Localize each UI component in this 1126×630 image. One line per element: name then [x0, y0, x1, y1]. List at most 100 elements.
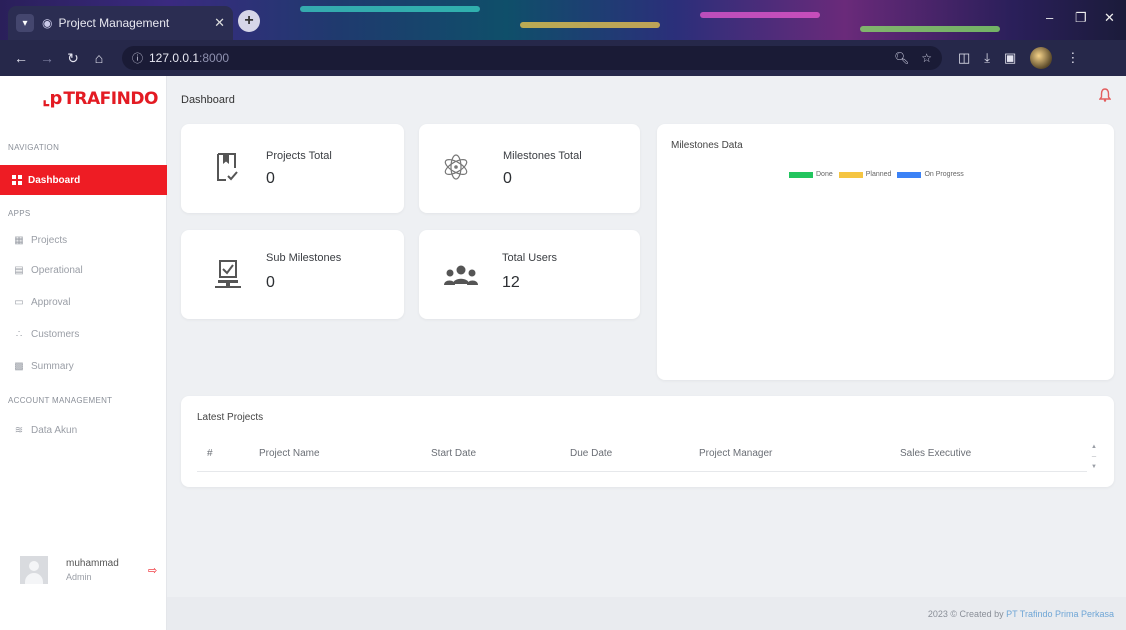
profile-avatar[interactable] — [1030, 47, 1053, 69]
legend-swatch — [897, 171, 922, 178]
accounts-icon: ≋ — [14, 425, 24, 436]
forward-icon[interactable]: → — [36, 50, 58, 66]
minimize-icon[interactable]: – — [1046, 10, 1053, 25]
sidebar-item-projects[interactable]: ▦ Projects — [12, 235, 67, 246]
footer-text: 2023 © Created by PT Trafindo Prima Perk… — [928, 609, 1114, 619]
scroll-up-icon[interactable]: ▲ — [1091, 444, 1097, 450]
stat-value: 12 — [502, 274, 520, 291]
milestones-chart-card: Milestones Data Done Planned On Progress — [657, 124, 1114, 380]
column-header-due-date[interactable]: Due Date — [570, 448, 612, 459]
sidebar-item-label: Dashboard — [28, 174, 81, 186]
operational-icon: ▤ — [14, 265, 24, 276]
decorative-stripe — [700, 12, 820, 18]
stat-card-milestones-total: Milestones Total 0 — [419, 124, 640, 213]
stat-title: Milestones Total — [503, 150, 582, 162]
sidebar-item-dashboard[interactable]: Dashboard — [0, 165, 167, 195]
stat-value: 0 — [266, 274, 275, 291]
restore-icon[interactable]: ❐ — [1075, 10, 1087, 26]
footer: 2023 © Created by PT Trafindo Prima Perk… — [167, 597, 1126, 630]
users-icon — [444, 265, 478, 285]
scroll-down-icon[interactable]: ▼ — [1091, 464, 1097, 470]
column-header-sales-executive[interactable]: Sales Executive — [900, 448, 971, 459]
logout-icon[interactable]: ⇨ — [148, 564, 157, 577]
section-label-apps: APPS — [8, 209, 31, 218]
footer-company-link[interactable]: PT Trafindo Prima Perkasa — [1006, 609, 1114, 619]
stat-value: 0 — [503, 170, 512, 187]
brand-logo[interactable]: ⌞p TRAFINDO — [42, 88, 158, 109]
table-header: # Project Name Start Date Due Date Proje… — [197, 440, 1087, 472]
customers-icon: ∴ — [15, 329, 23, 340]
bookmark-check-icon — [217, 153, 238, 181]
browser-tab[interactable]: ▾ ◉ Project Management ✕ — [8, 6, 233, 40]
stat-card-sub-milestones: Sub Milestones 0 — [181, 230, 404, 319]
back-icon[interactable]: ← — [10, 50, 32, 66]
sidebar-item-approval[interactable]: ▭ Approval — [12, 297, 70, 308]
user-name: muhammad — [66, 558, 119, 569]
stat-title: Total Users — [502, 252, 558, 264]
stat-title: Projects Total — [266, 150, 332, 162]
legend-label: Done — [816, 171, 833, 178]
section-label-account-management: ACCOUNT MANAGEMENT — [8, 396, 113, 405]
tab-close-icon[interactable]: ✕ — [214, 15, 225, 31]
latest-projects-card: Latest Projects # Project Name Start Dat… — [181, 396, 1114, 487]
stat-card-total-users: Total Users 12 — [419, 230, 640, 319]
home-icon[interactable]: ⌂ — [88, 50, 110, 66]
summary-icon: ▩ — [14, 361, 24, 372]
side-panel-icon[interactable]: ▣ — [1004, 50, 1016, 66]
sidebar: ⌞p TRAFINDO NAVIGATION Dashboard APPS ▦ … — [0, 76, 167, 630]
column-header-project-name[interactable]: Project Name — [259, 448, 320, 459]
sidebar-item-label: Approval — [31, 297, 71, 308]
sidebar-item-summary[interactable]: ▩ Summary — [12, 361, 74, 372]
site-info-icon[interactable]: ⓘ — [132, 50, 143, 66]
stat-card-projects-total: Projects Total 0 — [181, 124, 404, 213]
chart-legend: Done Planned On Progress — [789, 171, 970, 178]
legend-item-done[interactable]: Done — [789, 171, 833, 178]
sidebar-item-label: Summary — [31, 361, 74, 372]
chart-title: Milestones Data — [671, 140, 743, 151]
user-role: Admin — [66, 572, 92, 582]
sidebar-item-customers[interactable]: ∴ Customers — [12, 329, 80, 340]
new-tab-button[interactable]: + — [238, 10, 260, 32]
close-window-icon[interactable]: ✕ — [1104, 10, 1115, 26]
user-profile: muhammad Admin ⇨ — [20, 556, 157, 584]
extensions-icon[interactable]: ◫ — [958, 50, 970, 66]
approval-icon: ▭ — [14, 297, 24, 308]
sidebar-item-label: Customers — [31, 329, 80, 340]
browser-tab-bar: ▾ ◉ Project Management ✕ + – ❐ ✕ — [0, 0, 1126, 40]
sidebar-item-data-akun[interactable]: ≋ Data Akun — [12, 425, 77, 436]
url-host: 127.0.0.1 — [149, 51, 200, 65]
sidebar-item-label: Data Akun — [31, 425, 78, 436]
downloads-icon[interactable]: ⤓ — [984, 50, 990, 66]
legend-item-planned[interactable]: Planned — [838, 171, 892, 178]
decorative-stripe — [860, 26, 1000, 32]
legend-item-on-progress[interactable]: On Progress — [897, 171, 964, 178]
column-header-project-manager[interactable]: Project Manager — [699, 448, 772, 459]
scroll-thumb-icon[interactable]: ─ — [1092, 454, 1096, 460]
url-port: :8000 — [199, 51, 230, 65]
logo-text: TRAFINDO — [63, 88, 158, 109]
bookmark-star-icon[interactable]: ☆ — [921, 51, 932, 65]
legend-label: Planned — [865, 171, 892, 178]
column-header-index[interactable]: # — [207, 448, 213, 459]
browser-address-bar: ← → ↻ ⌂ ⓘ 127.0.0.1:8000 🔍︎ ☆ ◫ ⤓ ▣ ⋮ — [0, 40, 1126, 76]
sidebar-item-operational[interactable]: ▤ Operational — [12, 265, 83, 276]
legend-swatch — [789, 171, 813, 178]
stat-title: Sub Milestones — [266, 252, 342, 264]
table-scrollbar[interactable]: ▲ ─ ▼ — [1090, 444, 1098, 470]
latest-projects-title: Latest Projects — [197, 412, 264, 423]
atom-icon — [444, 154, 468, 180]
projects-icon: ▦ — [14, 235, 24, 246]
zoom-icon[interactable]: 🔍︎ — [894, 51, 909, 65]
grid-icon — [12, 175, 22, 185]
footer-prefix: 2023 © Created by — [927, 609, 1004, 619]
url-field[interactable]: ⓘ 127.0.0.1:8000 🔍︎ ☆ — [122, 46, 942, 70]
reload-icon[interactable]: ↻ — [62, 50, 84, 67]
browser-menu-icon[interactable]: ⋮ — [1066, 50, 1079, 66]
notification-bell-icon[interactable] — [1099, 88, 1111, 102]
legend-label: On Progress — [924, 171, 964, 178]
tab-search-icon[interactable]: ▾ — [16, 14, 34, 32]
decorative-stripe — [520, 22, 660, 28]
sidebar-item-label: Operational — [31, 265, 83, 276]
column-header-start-date[interactable]: Start Date — [431, 448, 476, 459]
avatar[interactable] — [20, 556, 48, 584]
